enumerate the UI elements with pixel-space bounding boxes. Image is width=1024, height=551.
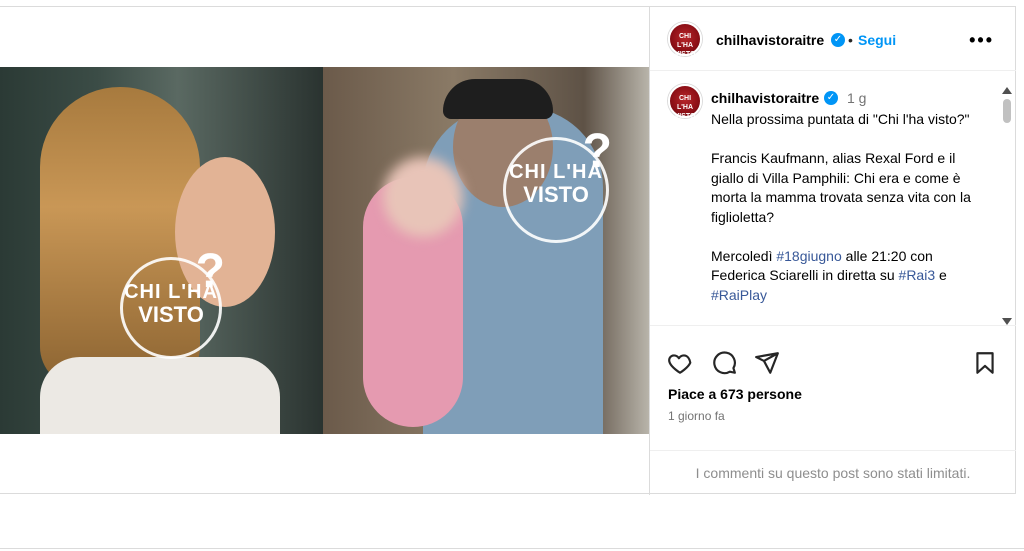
- verified-badge-icon: ✓: [831, 33, 845, 47]
- verified-badge-icon: ✓: [824, 91, 838, 105]
- caption-para-1: Nella prossima puntata di "Chi l'ha vist…: [711, 111, 970, 127]
- watermark-logo: CHI L'HA VISTO ?: [120, 248, 225, 359]
- caption-text-segment: Mercoledì: [711, 247, 777, 264]
- page-divider: [0, 548, 1024, 549]
- watermark-mark: ?: [195, 245, 225, 298]
- avatar-text: CHI L'HA VISTO: [674, 95, 696, 120]
- action-bar: Piace a 673 persone 1 giorno fa: [650, 325, 1016, 451]
- watermark-mark: ?: [582, 125, 612, 178]
- post-media[interactable]: CHI L'HA VISTO ? CHI L'HA VISTO ?: [0, 67, 649, 434]
- caption-username[interactable]: chilhavistoraitre: [711, 90, 819, 106]
- post-sidebar: CHI L'HA VISTO chilhavistoraitre ✓ • Seg…: [649, 7, 1016, 495]
- hashtag-link[interactable]: #RaiPlay: [711, 287, 767, 303]
- scrollbar[interactable]: [1002, 79, 1012, 325]
- caption-time[interactable]: 1 g: [847, 90, 866, 106]
- more-options-icon[interactable]: •••: [969, 30, 994, 51]
- hashtag-link[interactable]: #18giugno: [776, 248, 841, 264]
- photo-woman: CHI L'HA VISTO ?: [0, 67, 323, 434]
- comment-icon[interactable]: [711, 350, 737, 376]
- photo-man-child: CHI L'HA VISTO ?: [323, 67, 649, 434]
- woman-shirt: [40, 357, 280, 434]
- avatar-text: CHI L'HA VISTO: [674, 33, 696, 58]
- comments-limited-notice: I commenti su questo post sono stati lim…: [650, 450, 1016, 496]
- caption-text-segment: e: [935, 267, 947, 283]
- scroll-thumb[interactable]: [1003, 99, 1011, 123]
- caption-text: Nella prossima puntata di "Chi l'ha vist…: [711, 110, 983, 325]
- blurred-face: [383, 157, 463, 237]
- instagram-post: CHI L'HA VISTO ? CHI L'HA VISTO ? CHI L'…: [0, 6, 1016, 495]
- username[interactable]: chilhavistoraitre: [716, 32, 824, 48]
- hashtag-link[interactable]: #Rai3: [899, 267, 936, 283]
- scroll-down-arrow-icon[interactable]: [1002, 318, 1012, 325]
- follow-button[interactable]: Segui: [858, 32, 896, 48]
- caption-para-3: Mercoledì #18giugno alle 21:20 con Feder…: [711, 247, 983, 306]
- likes-count[interactable]: Piace a 673 persone: [668, 386, 802, 402]
- avatar[interactable]: CHI L'HA VISTO: [668, 22, 702, 58]
- bookmark-icon[interactable]: [972, 350, 998, 376]
- caption-para-2: Francis Kaufmann, alias Rexal Ford e il …: [711, 150, 971, 225]
- post-date[interactable]: 1 giorno fa: [668, 409, 725, 423]
- scroll-up-arrow-icon[interactable]: [1002, 87, 1012, 94]
- separator-dot: •: [848, 32, 853, 48]
- man-cap: [443, 79, 553, 119]
- watermark-logo-2: CHI L'HA VISTO ?: [503, 128, 612, 243]
- caption-area: CHI L'HA VISTO chilhavistoraitre ✓ 1 g N…: [650, 70, 1016, 325]
- paper-plane-icon[interactable]: [754, 350, 780, 376]
- caption-avatar[interactable]: CHI L'HA VISTO: [668, 84, 702, 120]
- post-header: CHI L'HA VISTO chilhavistoraitre ✓ • Seg…: [650, 7, 1016, 71]
- heart-icon[interactable]: [667, 350, 693, 376]
- watermark-line2: VISTO: [138, 302, 204, 327]
- watermark-line2: VISTO: [523, 182, 589, 207]
